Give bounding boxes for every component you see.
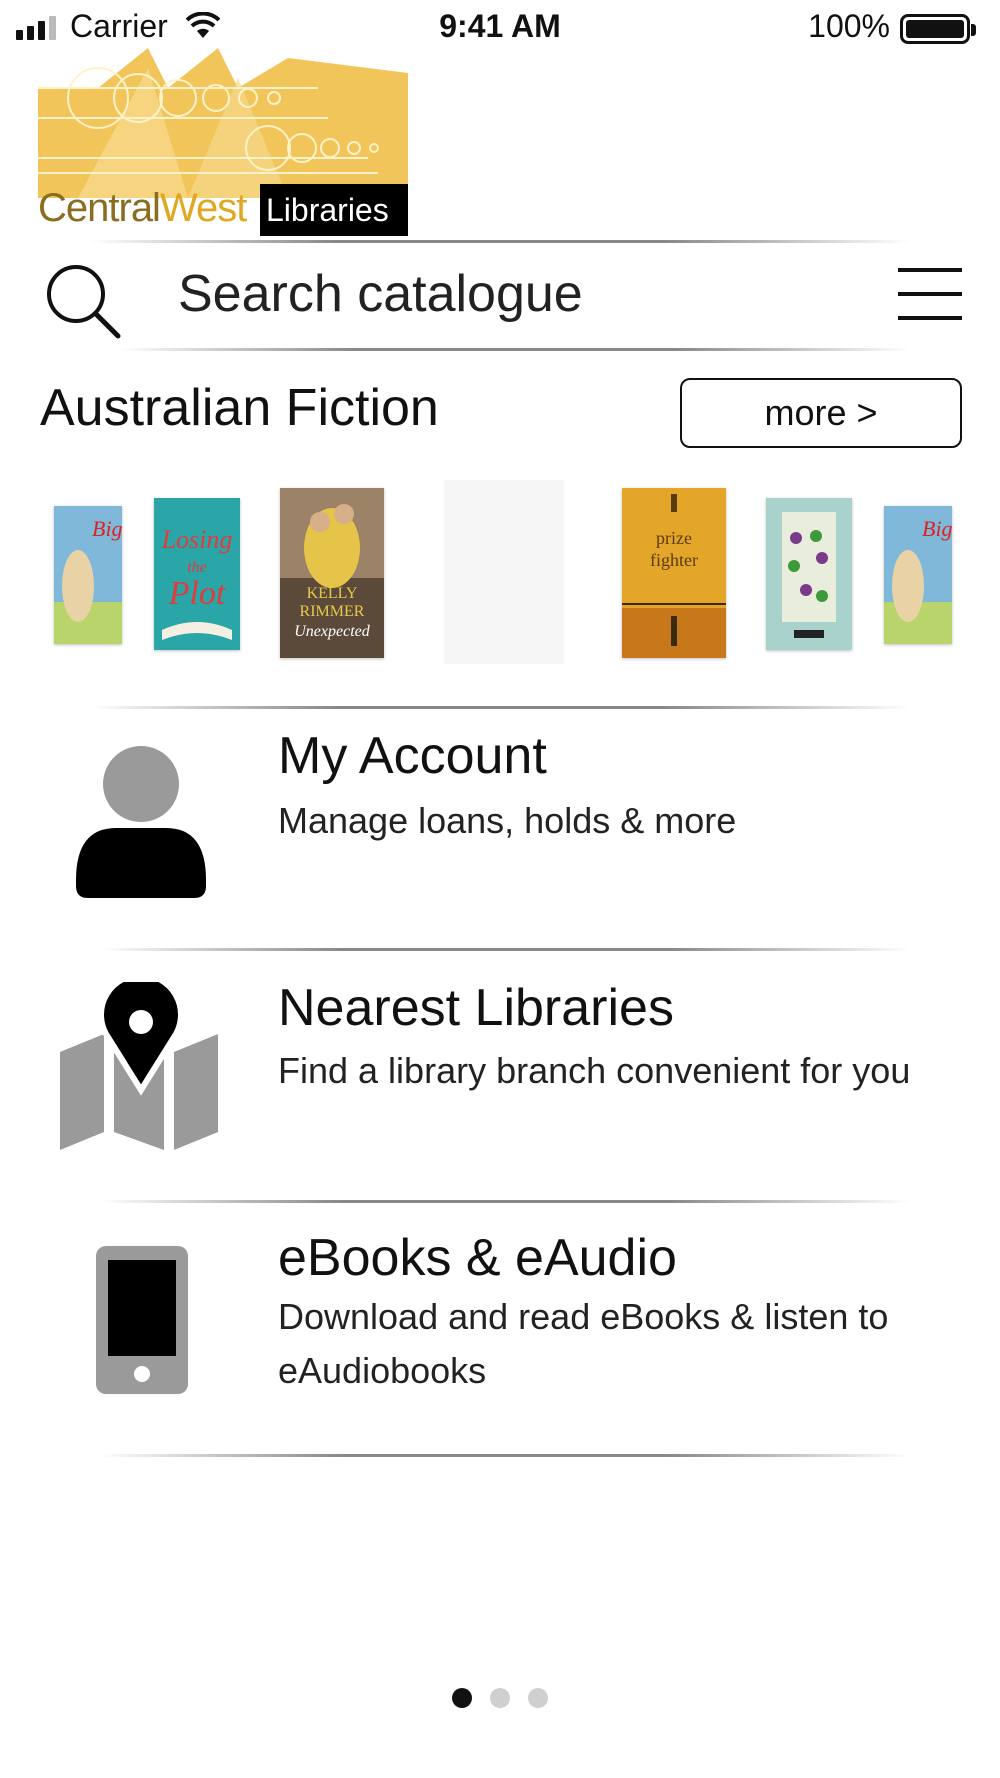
svg-text:Unexpected: Unexpected <box>294 623 371 640</box>
feature-description: Download and read eBooks & listen to eAu… <box>278 1296 889 1391</box>
central-west-libraries-logo: CentralWest Libraries <box>38 48 408 236</box>
svg-text:fighter: fighter <box>650 550 698 570</box>
section-title: Australian Fiction <box>40 379 439 437</box>
divider <box>100 948 910 951</box>
book-carousel[interactable]: Big Losing the Plot KELLY RIMMER Unexpec… <box>0 480 1000 670</box>
my-account-item[interactable]: My Account Manage loans, holds & more <box>0 710 1000 950</box>
logo-badge: Libraries <box>260 184 408 236</box>
divider <box>90 240 910 243</box>
person-icon <box>76 746 206 898</box>
page-indicator[interactable] <box>0 1688 1000 1710</box>
search-input[interactable] <box>178 264 858 324</box>
svg-text:the: the <box>187 559 207 576</box>
book-cover[interactable]: KELLY RIMMER Unexpected <box>280 488 384 658</box>
divider <box>120 348 910 351</box>
book-cover[interactable]: prize fighter <box>622 488 726 658</box>
more-button[interactable]: more > <box>680 378 962 448</box>
nearest-libraries-item[interactable]: Nearest Libraries Find a library branch … <box>0 952 1000 1192</box>
feature-title: eBooks & eAudio <box>278 1229 677 1287</box>
feature-title: Nearest Libraries <box>278 979 674 1037</box>
hamburger-menu-icon[interactable] <box>898 262 962 326</box>
book-cover[interactable]: Big <box>54 506 122 644</box>
book-cover[interactable]: Losing the Plot <box>154 498 240 650</box>
svg-text:Big: Big <box>92 516 122 541</box>
divider <box>100 1454 910 1457</box>
logo-graphic <box>38 48 408 198</box>
svg-text:Plot: Plot <box>168 575 227 612</box>
feature-description: Manage loans, holds & more <box>278 800 737 841</box>
feature-description: Find a library branch convenient for you <box>278 1050 911 1091</box>
divider <box>90 706 910 709</box>
svg-text:prize: prize <box>656 528 692 548</box>
svg-text:RIMMER: RIMMER <box>300 603 365 620</box>
search-icon[interactable] <box>44 262 124 342</box>
page-dot[interactable] <box>528 1688 548 1708</box>
divider <box>100 1200 910 1203</box>
page-dot-active[interactable] <box>452 1688 472 1708</box>
phone-icon <box>96 1246 188 1394</box>
svg-text:KELLY: KELLY <box>307 585 358 602</box>
feature-title: My Account <box>278 727 547 785</box>
book-cover[interactable] <box>444 480 564 664</box>
svg-text:Losing: Losing <box>161 525 233 554</box>
svg-text:Big: Big <box>922 516 952 541</box>
map-pin-icon <box>60 982 218 1150</box>
battery-percentage: 100% <box>808 8 890 44</box>
ebooks-eaudio-item[interactable]: eBooks & eAudio Download and read eBooks… <box>0 1204 1000 1444</box>
page-dot[interactable] <box>490 1688 510 1708</box>
logo-wordmark: CentralWest <box>38 186 247 230</box>
book-cover[interactable]: Big <box>884 506 952 644</box>
search-bar <box>0 246 1000 346</box>
book-cover[interactable] <box>766 498 852 650</box>
battery-icon <box>900 14 976 44</box>
